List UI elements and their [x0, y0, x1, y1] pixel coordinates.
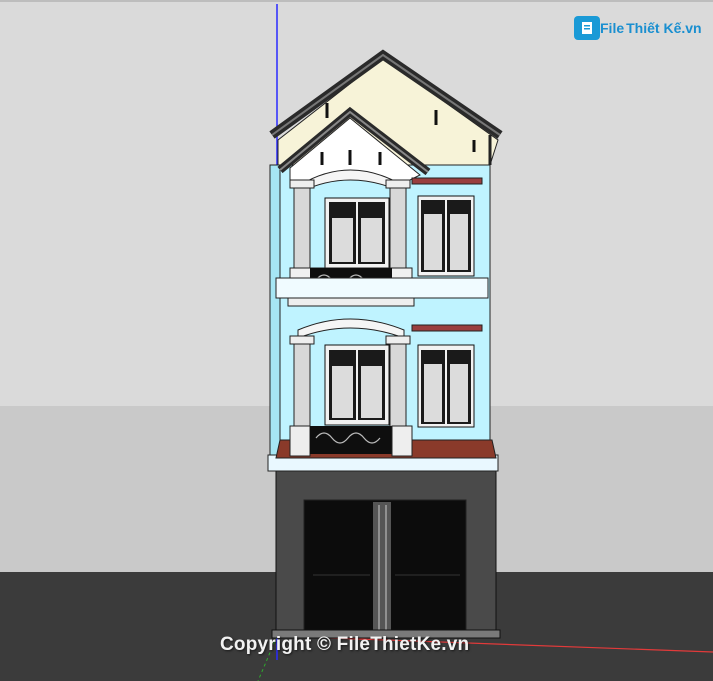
middle-slab — [275, 277, 489, 299]
lower-balcony-railing — [310, 426, 392, 454]
viewport-top-edge — [0, 0, 713, 2]
upper-column-left — [293, 187, 311, 273]
modeling-viewport[interactable]: File Thiết Kế.vn Copyright © FileThietKe… — [0, 0, 713, 681]
lower-column-left — [293, 343, 311, 429]
door-center-post — [373, 502, 391, 636]
upper-awning — [411, 177, 483, 185]
lower-awning — [411, 324, 483, 332]
lower-column-right — [389, 343, 407, 429]
copyright-watermark: Copyright © FileThietKe.vn — [220, 634, 470, 655]
logo-badge — [574, 16, 600, 40]
upper-column-right — [389, 187, 407, 273]
filethietke-logo-icon: File Thiết Kế.vn — [574, 16, 702, 40]
logo-text-file: File — [600, 20, 625, 36]
logo-text-rest: Thiết Kế.vn — [626, 20, 702, 36]
house-scene[interactable] — [0, 0, 713, 681]
